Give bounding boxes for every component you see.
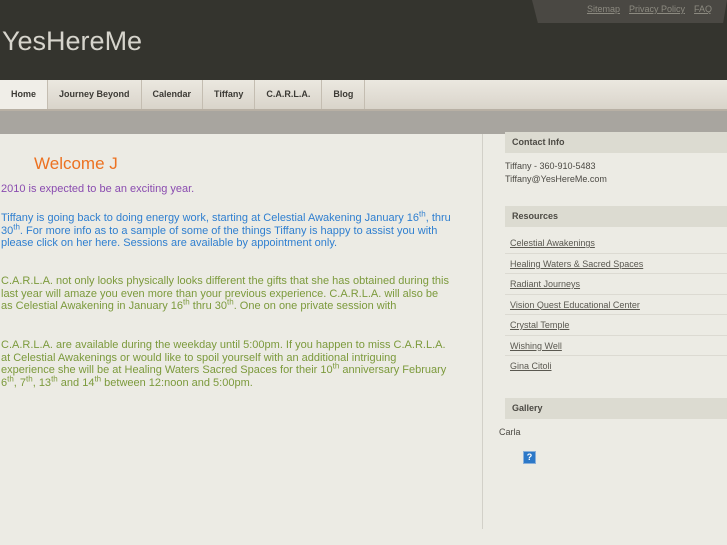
nav-home[interactable]: Home bbox=[0, 80, 49, 109]
superscript: th bbox=[26, 373, 33, 383]
superscript: th bbox=[419, 209, 426, 219]
paragraph: 2010 is expected to be an exciting year. bbox=[1, 183, 451, 196]
superscript: th bbox=[7, 373, 14, 383]
privacy-policy-link[interactable]: Privacy Policy bbox=[629, 0, 685, 23]
nav-tiffany[interactable]: Tiffany bbox=[203, 80, 256, 109]
sitemap-link[interactable]: Sitemap bbox=[587, 0, 620, 23]
paragraph: C.A.R.L.A. not only looks physically loo… bbox=[1, 275, 451, 313]
site-title[interactable]: YesHereMe bbox=[2, 26, 142, 57]
superscript: th bbox=[183, 297, 190, 307]
page-heading: Welcome J bbox=[34, 154, 118, 173]
resource-link[interactable]: Wishing Well bbox=[505, 336, 727, 356]
superscript: th bbox=[51, 373, 58, 383]
gallery-heading: Gallery bbox=[505, 398, 727, 419]
resources-list: Celestial Awakenings Healing Waters & Sa… bbox=[505, 233, 727, 377]
superscript: th bbox=[13, 221, 20, 231]
header-band bbox=[0, 111, 727, 134]
resource-link[interactable]: Healing Waters & Sacred Spaces bbox=[505, 254, 727, 274]
utility-links: Sitemap Privacy Policy FAQ bbox=[532, 0, 727, 23]
resource-link[interactable]: Crystal Temple bbox=[505, 315, 727, 336]
resource-link[interactable]: Gina Citoli bbox=[505, 356, 727, 377]
contact-email: Tiffany@YesHereMe.com bbox=[505, 174, 607, 184]
faq-link[interactable]: FAQ bbox=[694, 0, 712, 23]
nav-carla[interactable]: C.A.R.L.A. bbox=[255, 80, 323, 109]
paragraph: C.A.R.L.A. are available during the week… bbox=[1, 339, 451, 389]
resource-link[interactable]: Celestial Awakenings bbox=[505, 233, 727, 254]
text-segment: . For more info as to a sample of some o… bbox=[1, 224, 438, 250]
nav-blog[interactable]: Blog bbox=[322, 80, 366, 109]
text-segment: Tiffany is going back to doing energy wo… bbox=[1, 212, 420, 224]
missing-image-icon[interactable]: ? bbox=[523, 451, 536, 464]
nav-calendar[interactable]: Calendar bbox=[142, 80, 204, 109]
paragraph: Tiffany is going back to doing energy wo… bbox=[1, 209, 451, 250]
gallery-caption: Carla bbox=[499, 427, 521, 437]
text-segment: 2010 is expected to be an exciting year. bbox=[1, 183, 195, 195]
resource-link[interactable]: Radiant Journeys bbox=[505, 274, 727, 295]
superscript: th bbox=[227, 297, 234, 307]
text-segment: between 12:noon and 5:00pm. bbox=[101, 376, 253, 389]
text-segment: , 7 bbox=[13, 376, 27, 389]
resource-link[interactable]: Vision Quest Educational Center bbox=[505, 295, 727, 315]
text-segment: thru 30 bbox=[189, 300, 228, 312]
text-segment: and 14 bbox=[57, 376, 95, 389]
main-content: Welcome J 2010 is expected to be an exci… bbox=[0, 134, 483, 529]
main-nav: Home Journey Beyond Calendar Tiffany C.A… bbox=[0, 80, 727, 111]
resources-heading: Resources bbox=[505, 206, 727, 227]
contact-info-heading: Contact Info bbox=[505, 132, 727, 153]
site-header: Sitemap Privacy Policy FAQ YesHereMe bbox=[0, 0, 727, 80]
text-segment: , 13 bbox=[32, 376, 52, 389]
nav-journey-beyond[interactable]: Journey Beyond bbox=[48, 80, 142, 109]
contact-phone: Tiffany - 360-910-5483 bbox=[505, 161, 596, 171]
text-segment: . One on one private session with bbox=[233, 300, 397, 312]
